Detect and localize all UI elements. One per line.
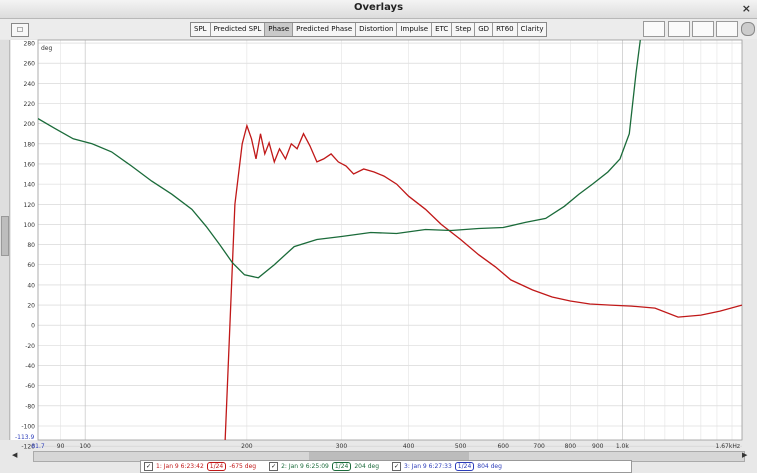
overlay-legend: ✓ 1: Jan 9 6:23:42 1/24 -675 deg ✓ 2: Jan 9 6… xyxy=(140,460,632,473)
x-tick-label: 400 xyxy=(403,443,415,450)
y-tick-label: 80 xyxy=(27,242,35,249)
x-tick-label: 100 xyxy=(79,443,91,450)
y-tick-label: 100 xyxy=(24,222,36,229)
y-tick-label: 140 xyxy=(24,182,36,189)
legend-value: 804 deg xyxy=(477,463,502,470)
smoothing-badge[interactable]: 1/24 xyxy=(331,462,352,471)
series-2-line xyxy=(38,40,641,279)
y-tick-label: 0 xyxy=(31,323,35,330)
x-tick-label: 600 xyxy=(497,443,509,450)
legend-checkbox[interactable]: ✓ xyxy=(144,462,153,471)
x-end-label: 1.67kHz xyxy=(716,443,741,450)
x-tick-label: 1.0k xyxy=(616,443,630,450)
x-tick-label: 900 xyxy=(592,443,604,450)
y-tick-label: 180 xyxy=(24,141,36,148)
y-unit-label: deg xyxy=(41,45,53,52)
x-tick-label: 90 xyxy=(57,443,65,450)
y-tick-label: 200 xyxy=(24,121,36,128)
legend-label: 2: Jan 9 6:25:09 xyxy=(281,463,329,470)
x-tick-label: 500 xyxy=(455,443,467,450)
smoothing-badge[interactable]: 1/24 xyxy=(454,462,475,471)
y-bottom-readout: -113.9 xyxy=(15,434,35,441)
y-tick-label: -80 xyxy=(25,403,35,410)
scroll-left-arrow-icon[interactable]: ◀ xyxy=(12,451,30,461)
legend-value: -675 deg xyxy=(229,463,257,470)
legend-label: 3: Jan 9 6:27:33 xyxy=(404,463,452,470)
y-tick-label: 240 xyxy=(24,81,36,88)
x-start-readout: 81.7 xyxy=(31,443,45,450)
smoothing-badge[interactable]: 1/24 xyxy=(206,462,227,471)
legend-item: ✓ 3: Jan 9 6:27:33 1/24 804 deg xyxy=(389,462,508,471)
legend-value: 204 deg xyxy=(354,463,380,470)
y-tick-label: 260 xyxy=(24,61,36,68)
scroll-right-arrow-icon[interactable]: ▶ xyxy=(742,451,754,461)
legend-checkbox[interactable]: ✓ xyxy=(392,462,402,471)
plot-frame xyxy=(37,39,743,441)
y-tick-label: -40 xyxy=(25,363,35,370)
legend-item: ✓ 2: Jan 9 6:25:09 1/24 204 deg xyxy=(266,462,385,471)
x-tick-label: 800 xyxy=(565,443,577,450)
y-tick-label: 280 xyxy=(24,41,36,48)
y-tick-label: 60 xyxy=(27,262,35,269)
x-tick-label: 700 xyxy=(533,443,545,450)
series-1-line xyxy=(224,123,742,440)
phase-chart: 280260240220200180160140120100806040200-… xyxy=(15,39,743,451)
y-tick-label: -20 xyxy=(25,343,35,350)
legend-label: 1: Jan 9 6:23:42 xyxy=(156,463,204,470)
x-tick-label: 200 xyxy=(241,443,253,450)
y-tick-label: 160 xyxy=(24,161,36,168)
x-tick-label: 300 xyxy=(336,443,348,450)
y-tick-label: 20 xyxy=(27,303,35,310)
y-tick-label: -100 xyxy=(21,423,35,430)
legend-item: ✓ 1: Jan 9 6:23:42 1/24 -675 deg xyxy=(141,462,262,471)
y-tick-label: 120 xyxy=(24,202,36,209)
y-tick-label: 220 xyxy=(24,101,36,108)
y-tick-label: 40 xyxy=(27,282,35,289)
y-tick-label: -60 xyxy=(25,383,35,390)
legend-checkbox[interactable]: ✓ xyxy=(269,462,279,471)
